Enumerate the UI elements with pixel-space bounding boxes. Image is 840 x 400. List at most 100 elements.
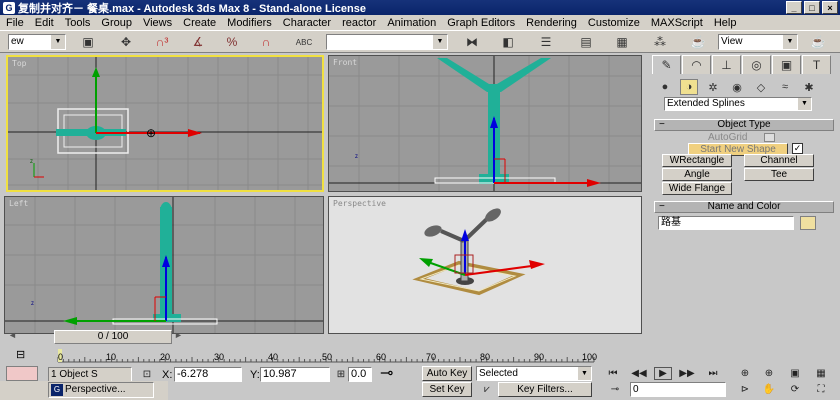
object-name-field[interactable]: 路基 xyxy=(658,216,794,230)
utilities-tab-icon[interactable]: T xyxy=(802,55,831,74)
snap-3d-icon[interactable]: ∩³ xyxy=(152,33,172,51)
menu-customize[interactable]: Customize xyxy=(588,17,640,29)
hierarchy-tab-icon[interactable]: ⊥ xyxy=(712,55,741,74)
previous-frame-icon[interactable]: ◀◀ xyxy=(630,367,648,380)
key-filters-button[interactable]: Key Filters... xyxy=(498,382,592,397)
next-frame-icon[interactable]: ▶▶ xyxy=(678,367,696,380)
angle-snap-icon[interactable]: ∡ xyxy=(188,33,208,51)
menu-group[interactable]: Group xyxy=(101,17,132,29)
motion-tab-icon[interactable]: ◎ xyxy=(742,55,771,74)
play-icon[interactable]: ▶ xyxy=(654,367,672,380)
next-frame-icon[interactable]: ► xyxy=(174,330,188,344)
schematic-icon[interactable]: ▦ xyxy=(612,33,632,51)
shape-category-dropdown[interactable]: Extended Splines ▼ xyxy=(664,97,812,111)
pan-icon[interactable]: ✋ xyxy=(760,383,778,396)
maximize-viewport-icon[interactable]: ⛶ xyxy=(812,383,830,396)
create-tab-icon[interactable]: ✎ xyxy=(652,55,681,74)
key-icon[interactable]: ⊸ xyxy=(380,366,393,382)
wide-flange-button[interactable]: Wide Flange xyxy=(662,182,732,195)
maximize-button[interactable]: □ xyxy=(804,1,820,14)
auto-key-button[interactable]: Auto Key xyxy=(422,366,472,381)
menu-graph-editors[interactable]: Graph Editors xyxy=(447,17,515,29)
curve-editor-icon[interactable]: ▤ xyxy=(576,33,596,51)
select-object-icon[interactable]: ▣ xyxy=(78,33,98,51)
set-key-button[interactable]: Set Key xyxy=(422,382,472,397)
viewport-front[interactable]: z Front xyxy=(328,55,642,192)
app-icon[interactable]: G xyxy=(3,1,15,14)
percent-snap-icon[interactable]: % xyxy=(222,33,242,51)
x-coordinate-field[interactable]: -6.278 xyxy=(174,367,242,382)
viewport-label[interactable]: Perspective xyxy=(333,199,386,208)
systems-icon[interactable]: ✱ xyxy=(800,79,818,95)
menu-file[interactable]: File xyxy=(6,17,24,29)
start-new-shape-checkbox[interactable]: ✓ xyxy=(792,143,803,154)
menu-views[interactable]: Views xyxy=(143,17,172,29)
material-editor-icon[interactable]: ⁂ xyxy=(650,33,670,51)
zoom-icon[interactable]: ⊕ xyxy=(736,367,754,380)
viewport-top[interactable]: ⊕ z Top xyxy=(6,55,324,192)
menu-edit[interactable]: Edit xyxy=(35,17,54,29)
taskbar-item[interactable]: G Perspective... xyxy=(48,382,154,398)
render-teapot-icon[interactable]: ☕ xyxy=(688,33,708,51)
arc-rotate-icon[interactable]: ⟳ xyxy=(786,383,804,396)
key-mode-toggle-icon[interactable]: ⊸ xyxy=(606,383,624,396)
object-color-swatch[interactable] xyxy=(800,216,816,230)
menu-character[interactable]: Character xyxy=(283,17,331,29)
z-coordinate-field[interactable]: 0.0 xyxy=(348,367,372,382)
spacewarps-icon[interactable]: ≈ xyxy=(776,79,794,95)
menu-tools[interactable]: Tools xyxy=(65,17,91,29)
shapes-icon[interactable]: ◑ xyxy=(680,79,698,95)
name-color-rollout-header[interactable]: − Name and Color xyxy=(654,201,834,213)
go-to-end-icon[interactable]: ⏭ xyxy=(704,367,722,380)
current-frame-field[interactable]: 0 xyxy=(630,382,726,397)
zoom-extents-all-icon[interactable]: ▦ xyxy=(812,367,830,380)
spinner-snap-icon[interactable]: ∩ xyxy=(256,33,276,51)
viewport-label[interactable]: Top xyxy=(12,59,26,68)
menu-rendering[interactable]: Rendering xyxy=(526,17,577,29)
maxscript-listener-mini[interactable] xyxy=(6,366,38,381)
menu-create[interactable]: Create xyxy=(183,17,216,29)
autogrid-checkbox[interactable] xyxy=(764,133,775,142)
time-slider[interactable]: 0 / 100 xyxy=(54,330,172,344)
viewport-label[interactable]: Front xyxy=(333,58,357,67)
menu-animation[interactable]: Animation xyxy=(387,17,436,29)
render-view-combo[interactable]: View ▼ xyxy=(718,34,798,50)
key-mode-combo[interactable]: Selected ▼ xyxy=(476,366,592,381)
menu-maxscript[interactable]: MAXScript xyxy=(651,17,703,29)
viewport-left[interactable]: z Left xyxy=(4,196,324,334)
modify-tab-icon[interactable]: ◠ xyxy=(682,55,711,74)
wrectangle-button[interactable]: WRectangle xyxy=(662,154,732,167)
tee-button[interactable]: Tee xyxy=(744,168,814,181)
viewport-perspective[interactable]: Perspective xyxy=(328,196,642,334)
display-tab-icon[interactable]: ▣ xyxy=(772,55,801,74)
angle-button[interactable]: Angle xyxy=(662,168,732,181)
channel-button[interactable]: Channel xyxy=(744,154,814,167)
menu-help[interactable]: Help xyxy=(714,17,737,29)
go-to-start-icon[interactable]: ⏮ xyxy=(604,367,622,380)
helpers-icon[interactable]: ◇ xyxy=(752,79,770,95)
cameras-icon[interactable]: ◉ xyxy=(728,79,746,95)
prev-frame-icon[interactable]: ◄ xyxy=(8,330,22,344)
zoom-extents-icon[interactable]: ▣ xyxy=(786,367,804,380)
lock-selection-icon[interactable]: ⊡ xyxy=(138,368,156,381)
minimize-button[interactable]: _ xyxy=(786,1,802,14)
abc-named-selection-icon[interactable]: ABC xyxy=(294,33,314,51)
track-bar-icon[interactable]: ⊟ xyxy=(16,348,25,361)
menu-reactor[interactable]: reactor xyxy=(342,17,376,29)
menu-modifiers[interactable]: Modifiers xyxy=(227,17,272,29)
viewport-label[interactable]: Left xyxy=(9,199,28,208)
selection-filter-combo[interactable]: ew ▼ xyxy=(8,34,66,50)
align-icon[interactable]: ◧ xyxy=(498,33,518,51)
mirror-icon[interactable]: ⧓ xyxy=(462,33,482,51)
zoom-all-icon[interactable]: ⊕ xyxy=(760,367,778,380)
field-of-view-icon[interactable]: ⊳ xyxy=(736,383,754,396)
layer-icon[interactable]: ☰ xyxy=(536,33,556,51)
geometry-icon[interactable]: ● xyxy=(656,79,674,95)
y-coordinate-field[interactable]: 10.987 xyxy=(260,367,330,382)
default-in-out-tangents-icon[interactable]: ⩗ xyxy=(478,383,496,396)
close-button[interactable]: × xyxy=(822,1,838,14)
object-type-rollout-header[interactable]: − Object Type xyxy=(654,119,834,131)
lights-icon[interactable]: ✲ xyxy=(704,79,722,95)
quick-render-icon[interactable]: ☕ xyxy=(808,33,828,51)
named-selection-combo[interactable]: ▼ xyxy=(326,34,448,50)
